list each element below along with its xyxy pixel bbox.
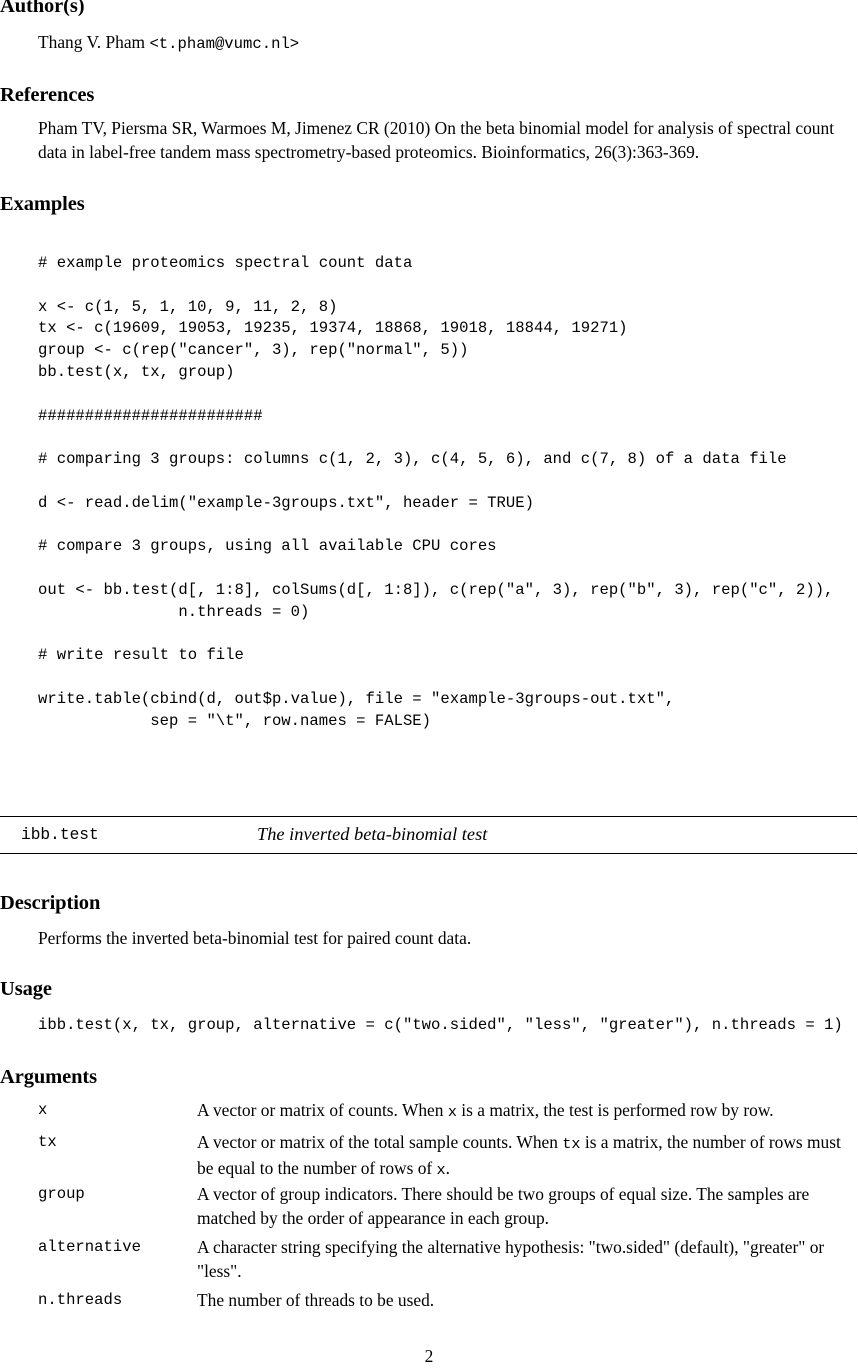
function-title: The inverted beta-binomial test	[257, 824, 488, 844]
author-name: Thang V. Pham	[38, 32, 150, 52]
author-email: <t.pham@vumc.nl>	[149, 35, 300, 53]
heading-description: Description	[0, 892, 101, 914]
heading-usage: Usage	[0, 978, 52, 1000]
argument-description: A vector or matrix of the total sample c…	[197, 1131, 858, 1182]
function-name: ibb.test	[21, 826, 99, 844]
argument-desc-code: tx	[562, 1135, 581, 1153]
argument-desc-code: x	[447, 1103, 457, 1121]
page-number: 2	[424, 1346, 434, 1366]
argument-desc-text: A vector of group indicators. There shou…	[197, 1184, 810, 1228]
author-line: Thang V. Pham <t.pham@vumc.nl>	[38, 31, 299, 57]
argument-description: A character string specifying the altern…	[197, 1236, 858, 1283]
argument-desc-text: .	[445, 1157, 451, 1178]
header-rule-top	[0, 816, 857, 817]
argument-term: group	[38, 1185, 85, 1203]
argument-desc-text: A vector or matrix of counts. When	[197, 1100, 448, 1120]
argument-desc-code: x	[436, 1160, 446, 1179]
argument-desc-text: A vector or matrix of the total sample c…	[197, 1132, 563, 1152]
header-rule-bottom	[0, 853, 857, 854]
heading-references: References	[0, 84, 95, 106]
document-page: Author(s) Thang V. Pham <t.pham@vumc.nl>…	[0, 0, 858, 1368]
argument-description: A vector of group indicators. There shou…	[197, 1183, 858, 1230]
argument-description: A vector or matrix of counts. When x is …	[197, 1099, 858, 1125]
argument-description: The number of threads to be used.	[197, 1289, 858, 1313]
heading-authors: Author(s)	[0, 0, 85, 17]
usage-code-block: ibb.test(x, tx, group, alternative = c("…	[38, 1016, 843, 1034]
reference-citation: Pham TV, Piersma SR, Warmoes M, Jimenez …	[38, 118, 835, 162]
argument-term: tx	[38, 1133, 57, 1151]
argument-desc-text: The number of threads to be used.	[197, 1290, 435, 1310]
argument-desc-text: A character string specifying the altern…	[197, 1237, 825, 1281]
heading-examples: Examples	[0, 193, 85, 215]
argument-term: n.threads	[38, 1291, 123, 1309]
argument-desc-text: is a matrix, the test is performed row b…	[456, 1100, 774, 1120]
description-text: Performs the inverted beta-binomial test…	[38, 928, 472, 948]
examples-code-block: # example proteomics spectral count data…	[38, 254, 834, 730]
argument-term: x	[38, 1101, 48, 1119]
heading-arguments: Arguments	[0, 1066, 98, 1088]
argument-term: alternative	[38, 1238, 141, 1256]
